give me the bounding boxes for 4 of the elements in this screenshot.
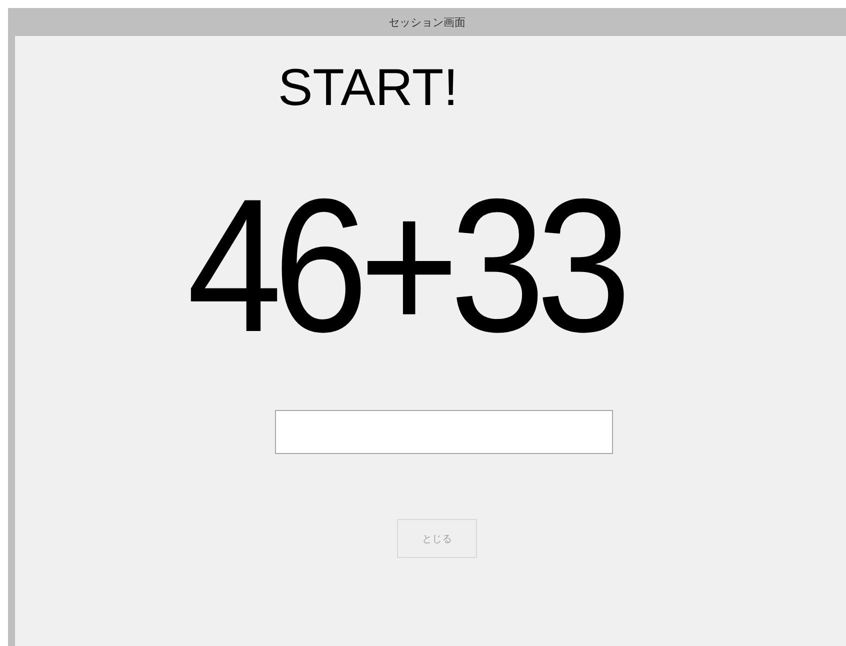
math-problem: 46+33 <box>187 176 622 356</box>
window-title: セッション画面 <box>388 14 466 30</box>
start-heading: START! <box>278 60 458 116</box>
answer-field[interactable] <box>275 410 613 454</box>
